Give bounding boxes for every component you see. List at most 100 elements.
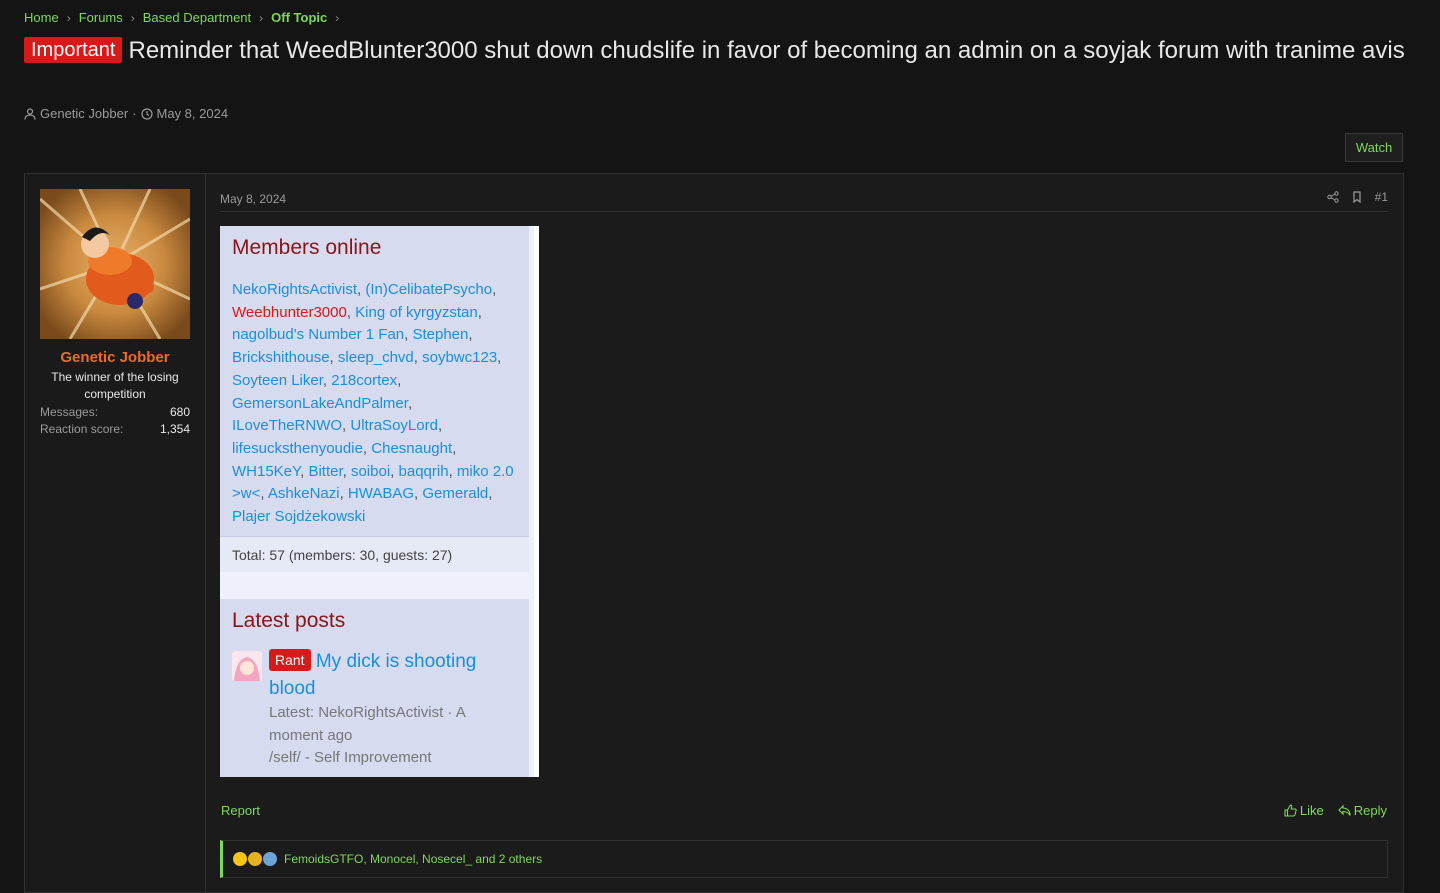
chevron-right-icon: › xyxy=(130,10,135,25)
thread-author-link[interactable]: Genetic Jobber xyxy=(40,106,128,121)
reaction-icons xyxy=(233,852,278,866)
member-link: HWABAG xyxy=(347,485,415,503)
members-online-title: Members online xyxy=(232,236,382,259)
latest-post-prefix-badge: Rant xyxy=(269,649,311,671)
laugh-reaction-icon xyxy=(233,852,247,866)
member-separator: , xyxy=(407,394,413,412)
meta-separator: · xyxy=(132,106,137,121)
reply-icon xyxy=(1337,804,1351,816)
soyjak-reaction-icon xyxy=(263,852,277,866)
thread-prefix-badge[interactable]: Important xyxy=(24,37,123,63)
member-link: baqqrih xyxy=(398,462,449,480)
avatar-image xyxy=(40,189,190,339)
member-separator: , xyxy=(437,417,443,435)
member-link: Chesnaught xyxy=(371,439,453,457)
member-separator: , xyxy=(260,485,268,503)
latest-post-meta: Latest: NekoRightsActivist · A moment ag… xyxy=(269,702,499,770)
member-separator: , xyxy=(346,303,356,321)
breadcrumb-home[interactable]: Home xyxy=(24,10,59,25)
member-link: 218cortex xyxy=(331,371,398,389)
member-separator: , xyxy=(468,326,473,344)
user-title: The winner of the losing competition xyxy=(51,370,179,401)
stat-value[interactable]: 1,354 xyxy=(160,422,190,436)
reactions-text[interactable]: FemoidsGTFO, Monocel, Nosecel_ and 2 oth… xyxy=(284,852,542,866)
stat-value[interactable]: 680 xyxy=(170,405,190,419)
bookmark-icon[interactable] xyxy=(1351,191,1363,203)
member-separator: , xyxy=(322,371,332,389)
member-link: Brickshithouse xyxy=(232,349,330,367)
member-link: NekoRightsActivist xyxy=(232,281,358,298)
chevron-right-icon: › xyxy=(66,10,71,25)
clock-icon xyxy=(140,107,153,120)
post-username[interactable]: Genetic Jobber xyxy=(25,349,205,366)
member-separator: , xyxy=(339,485,348,503)
user-icon xyxy=(24,107,36,120)
reactions-bar[interactable]: FemoidsGTFO, Monocel, Nosecel_ and 2 oth… xyxy=(220,840,1388,878)
member-link: Gemerald xyxy=(422,485,489,503)
member-separator: , xyxy=(492,281,497,298)
member-link: ILoveTheRNWO xyxy=(232,417,343,435)
member-link: nagolbud's Number 1 Fan xyxy=(232,326,405,344)
post-date-link[interactable]: May 8, 2024 xyxy=(220,192,286,206)
post-tools: #1 xyxy=(1326,190,1388,204)
watch-button[interactable]: Watch xyxy=(1345,133,1403,162)
member-separator: , xyxy=(390,462,399,480)
member-link: sleep_chvd xyxy=(337,349,414,367)
user-stat-messages: Messages: 680 xyxy=(40,405,190,419)
chevron-right-icon: › xyxy=(335,10,340,25)
member-separator: , xyxy=(448,462,457,480)
like-icon xyxy=(1284,804,1297,817)
member-link: (In)CelibatePsycho xyxy=(365,281,493,298)
share-icon[interactable] xyxy=(1326,191,1339,203)
reply-label: Reply xyxy=(1353,803,1387,818)
thread-date-link[interactable]: May 8, 2024 xyxy=(157,106,229,121)
member-separator: , xyxy=(452,439,457,457)
latest-post-avatar xyxy=(232,651,262,681)
member-link: Stephen xyxy=(412,326,469,344)
member-link: Plajer Sojdżekowski xyxy=(232,508,366,526)
member-link: lifesucksthenyoudie xyxy=(232,439,363,457)
report-link[interactable]: Report xyxy=(221,803,260,818)
member-link: Soyteen Liker xyxy=(232,371,323,389)
member-separator: , xyxy=(477,303,482,321)
user-stat-reaction-score: Reaction score: 1,354 xyxy=(40,422,190,436)
members-online-list: NekoRightsActivist, (In)CelibatePsycho, … xyxy=(232,279,522,529)
like-button[interactable]: Like xyxy=(1284,803,1324,818)
latest-posts-title: Latest posts xyxy=(232,609,346,632)
member-separator: , xyxy=(488,485,493,503)
member-separator: , xyxy=(413,349,423,367)
post-number-link[interactable]: #1 xyxy=(1375,190,1388,204)
thread-meta: Genetic Jobber · May 8, 2024 xyxy=(24,106,228,121)
member-link: soiboi xyxy=(350,462,391,480)
latest-post-meta-line1: Latest: NekoRightsActivist · A moment ag… xyxy=(269,704,465,744)
chevron-right-icon: › xyxy=(259,10,264,25)
member-link: GemersonLakeAndPalmer xyxy=(232,394,408,412)
latest-post-meta-line2: /self/ - Self Improvement xyxy=(269,749,432,766)
member-separator: , xyxy=(497,349,502,367)
post-header: May 8, 2024 #1 xyxy=(220,190,1388,212)
members-online-totals: Total: 57 (members: 30, guests: 27) xyxy=(220,536,529,572)
member-separator: , xyxy=(329,349,338,367)
member-link: soybwc123 xyxy=(422,349,498,367)
stat-label: Messages: xyxy=(40,405,99,419)
breadcrumb-off-topic[interactable]: Off Topic xyxy=(271,10,327,25)
member-link: King of kyrgyzstan xyxy=(355,303,478,321)
breadcrumb-based-department[interactable]: Based Department xyxy=(143,10,251,25)
post-actions: Like Reply xyxy=(1284,803,1387,818)
reply-button[interactable]: Reply xyxy=(1337,803,1387,818)
member-link: AshkeNazi xyxy=(267,485,340,503)
member-link: WH15KeY xyxy=(232,462,301,480)
member-separator: , xyxy=(397,371,402,389)
avatar[interactable] xyxy=(40,189,190,339)
thread-title-text: Reminder that WeedBlunter3000 shut down … xyxy=(128,37,1405,64)
latest-post-title: Rant My dick is shooting blood xyxy=(269,648,509,702)
members-online-block: Members online NekoRightsActivist, (In)C… xyxy=(220,226,529,572)
like-label: Like xyxy=(1299,803,1324,818)
breadcrumb: Home › Forums › Based Department › Off T… xyxy=(24,10,347,25)
breadcrumb-forums[interactable]: Forums xyxy=(79,10,123,25)
embedded-screenshot: Members online NekoRightsActivist, (In)C… xyxy=(220,226,539,777)
member-separator: , xyxy=(362,439,372,457)
cry-reaction-icon xyxy=(248,852,262,866)
member-link: UltraSoyLord xyxy=(350,417,438,435)
page-title: Important Reminder that WeedBlunter3000 s… xyxy=(24,34,1416,67)
